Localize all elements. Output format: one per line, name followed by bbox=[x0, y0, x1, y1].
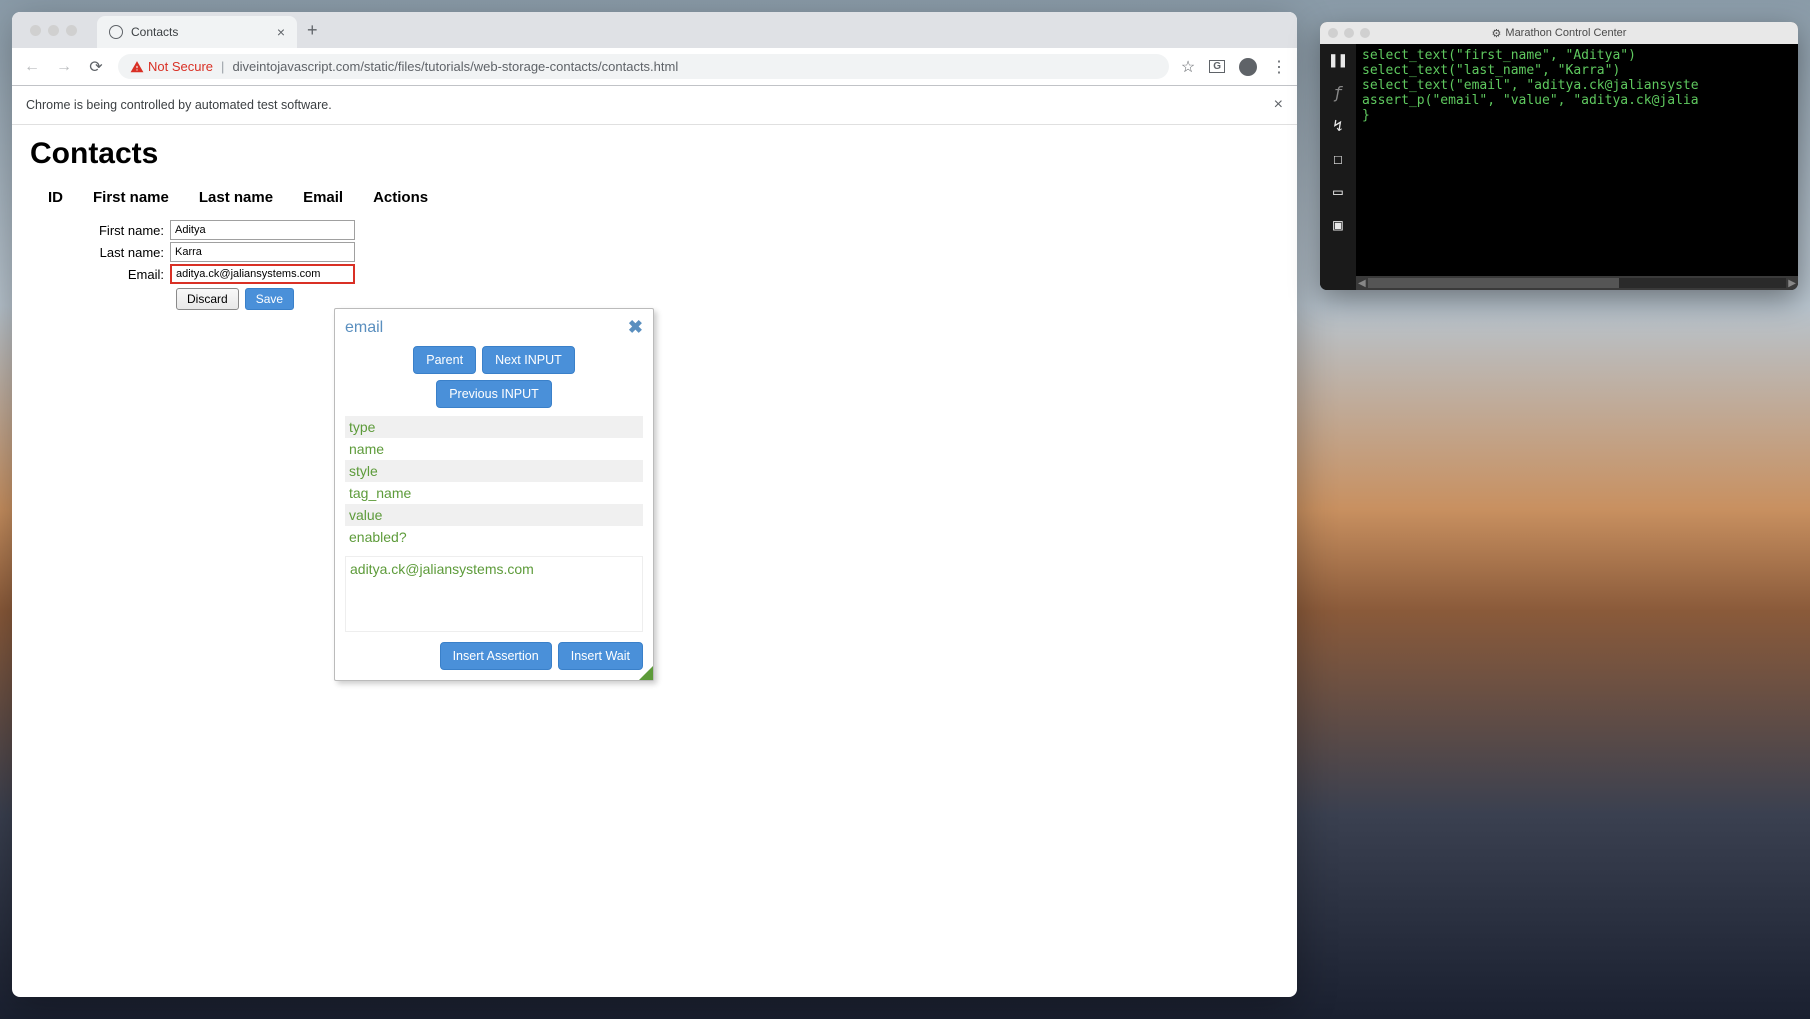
extension-icon[interactable]: G bbox=[1209, 60, 1225, 73]
url-text: diveintojavascript.com/static/files/tuto… bbox=[232, 59, 678, 74]
marathon-titlebar: ⚙ Marathon Control Center bbox=[1320, 22, 1798, 44]
col-email: Email bbox=[303, 189, 343, 206]
automation-banner: Chrome is being controlled by automated … bbox=[12, 86, 1297, 125]
url-box[interactable]: Not Secure | diveintojavascript.com/stat… bbox=[118, 54, 1169, 79]
first-name-input[interactable] bbox=[170, 220, 355, 240]
code-editor[interactable]: select_text("first_name", "Aditya") sele… bbox=[1356, 44, 1798, 276]
not-secure-indicator[interactable]: Not Secure bbox=[130, 59, 213, 74]
previous-input-button[interactable]: Previous INPUT bbox=[436, 380, 552, 408]
code-line-0: select_text("first_name", "Aditya") bbox=[1362, 48, 1636, 63]
window-controls bbox=[20, 25, 87, 36]
inspector-actions: Insert Assertion Insert Wait bbox=[345, 642, 643, 670]
email-label: Email: bbox=[30, 267, 170, 282]
col-first-name: First name bbox=[93, 189, 169, 206]
marathon-window: ⚙ Marathon Control Center ❚❚ ƒ ↯ ☐ ▭ ▣ s… bbox=[1320, 22, 1798, 290]
warning-icon bbox=[130, 60, 144, 74]
marathon-title: Marathon Control Center bbox=[1505, 27, 1626, 39]
form-buttons: Discard Save bbox=[176, 288, 1279, 310]
last-name-label: Last name: bbox=[30, 245, 170, 260]
close-tab-icon[interactable]: × bbox=[277, 24, 285, 40]
browser-window: Contacts × + ← → ⟳ Not Secure | diveinto… bbox=[12, 12, 1297, 997]
toolbar-icons: ☆ G ⋮ bbox=[1181, 57, 1287, 77]
scroll-left-icon[interactable]: ◀ bbox=[1358, 278, 1366, 289]
browser-chrome: Contacts × + ← → ⟳ Not Secure | diveinto… bbox=[12, 12, 1297, 86]
close-banner-icon[interactable]: × bbox=[1274, 96, 1283, 114]
code-line-2: select_text("email", "aditya.ck@jaliansy… bbox=[1362, 78, 1699, 93]
first-name-label: First name: bbox=[30, 223, 170, 238]
inspector-nav: Parent Next INPUT Previous INPUT bbox=[345, 346, 643, 408]
stop-icon[interactable]: ☐ bbox=[1333, 149, 1343, 168]
minimize-window-icon[interactable] bbox=[48, 25, 59, 36]
parent-button[interactable]: Parent bbox=[413, 346, 476, 374]
pause-icon[interactable]: ❚❚ bbox=[1328, 50, 1347, 69]
scroll-thumb[interactable] bbox=[1368, 278, 1619, 288]
close-window-icon[interactable] bbox=[30, 25, 41, 36]
console-icon[interactable]: ▭ bbox=[1333, 182, 1343, 201]
prop-enabled[interactable]: enabled? bbox=[345, 526, 643, 548]
insert-assertion-button[interactable]: Insert Assertion bbox=[440, 642, 552, 670]
new-tab-button[interactable]: + bbox=[307, 20, 318, 41]
discard-button[interactable]: Discard bbox=[176, 288, 239, 310]
marathon-minimize-icon[interactable] bbox=[1344, 28, 1354, 38]
function-icon[interactable]: ƒ bbox=[1333, 83, 1343, 102]
col-actions: Actions bbox=[373, 189, 428, 206]
inspector-title: email bbox=[345, 319, 383, 337]
first-name-row: First name: bbox=[30, 220, 1279, 240]
address-bar: ← → ⟳ Not Secure | diveintojavascript.co… bbox=[12, 48, 1297, 85]
bookmark-icon[interactable]: ☆ bbox=[1181, 57, 1195, 77]
inspector-popup: email ✖ Parent Next INPUT Previous INPUT… bbox=[334, 308, 654, 681]
next-input-button[interactable]: Next INPUT bbox=[482, 346, 575, 374]
gear-icon: ⚙ bbox=[1492, 27, 1502, 40]
resize-grip[interactable] bbox=[639, 666, 653, 680]
globe-icon bbox=[109, 25, 123, 39]
prop-value[interactable]: value bbox=[345, 504, 643, 526]
last-name-input[interactable] bbox=[170, 242, 355, 262]
scroll-track[interactable] bbox=[1368, 278, 1787, 288]
forward-button[interactable]: → bbox=[54, 58, 74, 76]
close-inspector-icon[interactable]: ✖ bbox=[628, 317, 643, 338]
record-icon[interactable]: ↯ bbox=[1333, 116, 1343, 135]
tab-bar: Contacts × + bbox=[12, 12, 1297, 48]
scroll-right-icon[interactable]: ▶ bbox=[1788, 278, 1796, 289]
save-button[interactable]: Save bbox=[245, 288, 294, 310]
tab-title: Contacts bbox=[131, 25, 178, 39]
property-list: type name style tag_name value enabled? bbox=[345, 416, 643, 548]
prop-name[interactable]: name bbox=[345, 438, 643, 460]
horizontal-scrollbar[interactable]: ◀ ▶ bbox=[1356, 276, 1798, 290]
marathon-close-icon[interactable] bbox=[1328, 28, 1338, 38]
marathon-body: ❚❚ ƒ ↯ ☐ ▭ ▣ select_text("first_name", "… bbox=[1320, 44, 1798, 290]
last-name-row: Last name: bbox=[30, 242, 1279, 262]
back-button[interactable]: ← bbox=[22, 58, 42, 76]
insert-wait-button[interactable]: Insert Wait bbox=[558, 642, 643, 670]
page-content: Contacts ID First name Last name Email A… bbox=[12, 125, 1297, 322]
value-display: aditya.ck@jaliansystems.com bbox=[345, 556, 643, 632]
code-line-4: } bbox=[1362, 108, 1370, 123]
code-line-1: select_text("last_name", "Karra") bbox=[1362, 63, 1620, 78]
prop-style[interactable]: style bbox=[345, 460, 643, 482]
page-heading: Contacts bbox=[30, 137, 1279, 171]
screenshot-icon[interactable]: ▣ bbox=[1333, 215, 1343, 234]
email-input[interactable] bbox=[170, 264, 355, 284]
marathon-toolbar: ❚❚ ƒ ↯ ☐ ▭ ▣ bbox=[1320, 44, 1356, 290]
menu-icon[interactable]: ⋮ bbox=[1271, 57, 1287, 77]
code-line-3: assert_p("email", "value", "aditya.ck@ja… bbox=[1362, 93, 1699, 108]
col-id: ID bbox=[48, 189, 63, 206]
reload-button[interactable]: ⟳ bbox=[86, 57, 106, 77]
browser-tab[interactable]: Contacts × bbox=[97, 16, 297, 48]
table-headers: ID First name Last name Email Actions bbox=[30, 179, 1279, 220]
email-row: Email: bbox=[30, 264, 1279, 284]
maximize-window-icon[interactable] bbox=[66, 25, 77, 36]
profile-icon[interactable] bbox=[1239, 58, 1257, 76]
inspector-title-row: email ✖ bbox=[345, 317, 643, 338]
prop-type[interactable]: type bbox=[345, 416, 643, 438]
marathon-maximize-icon[interactable] bbox=[1360, 28, 1370, 38]
col-last-name: Last name bbox=[199, 189, 273, 206]
prop-tag-name[interactable]: tag_name bbox=[345, 482, 643, 504]
